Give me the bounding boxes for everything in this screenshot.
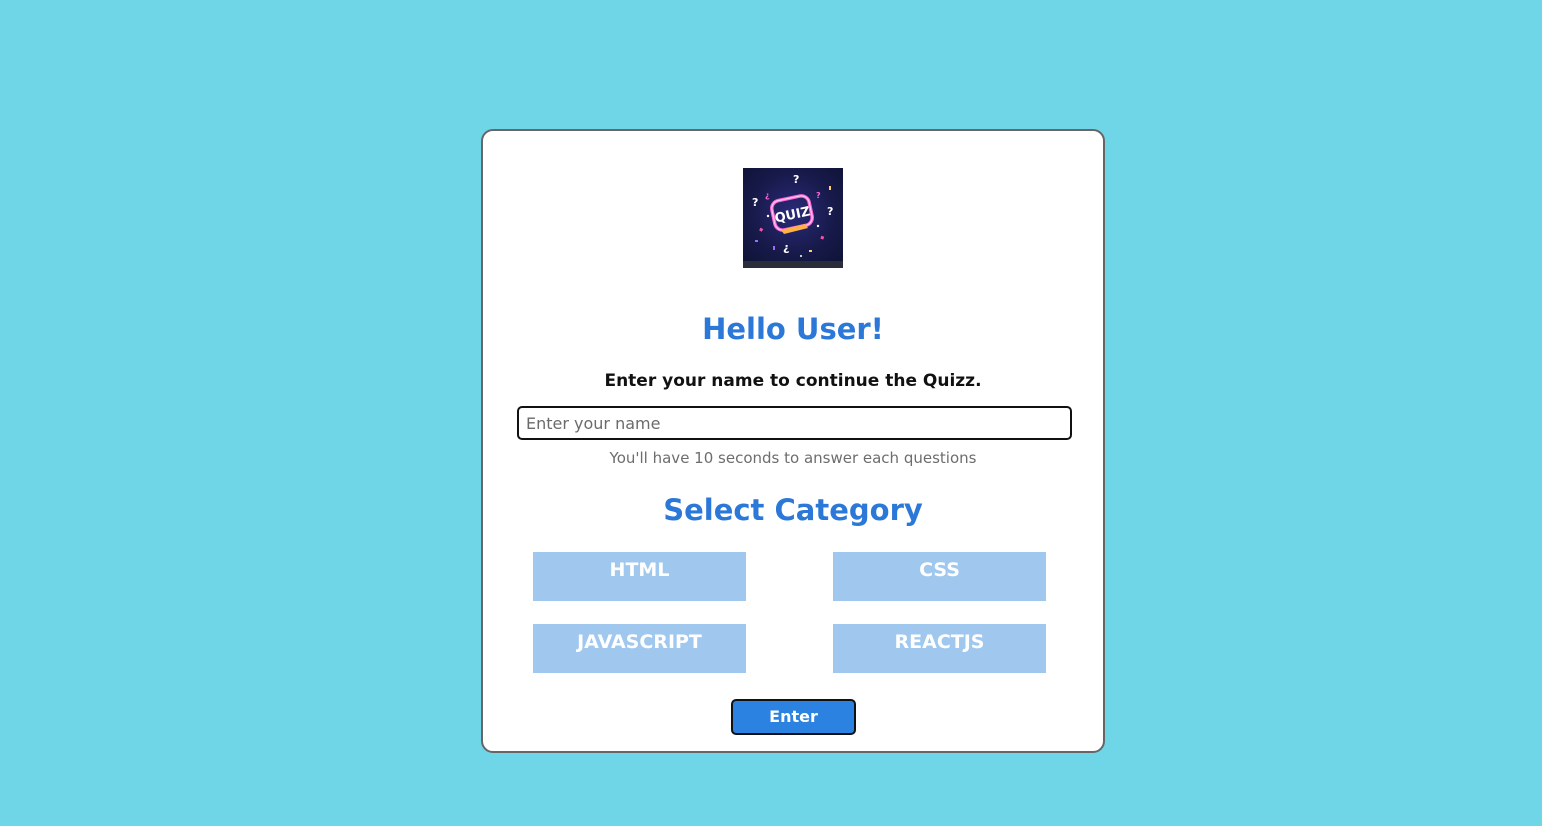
quiz-logo-icon: ? ? ? ¿ ¿ ? QUIZ (743, 173, 843, 268)
category-javascript-button[interactable]: JAVASCRIPT (533, 624, 746, 673)
category-html-button[interactable]: HTML (533, 552, 746, 601)
name-input[interactable] (517, 406, 1072, 440)
enter-button[interactable]: Enter (731, 699, 856, 735)
svg-text:?: ? (793, 173, 799, 186)
svg-text:¿: ¿ (765, 191, 770, 200)
svg-text:?: ? (827, 205, 833, 218)
timer-hint: You'll have 10 seconds to answer each qu… (609, 449, 977, 467)
greeting-heading: Hello User! (702, 312, 884, 346)
category-reactjs-button[interactable]: REACTJS (833, 624, 1046, 673)
category-css-button[interactable]: CSS (833, 552, 1046, 601)
category-heading: Select Category (663, 493, 923, 527)
quiz-card: ? ? ? ¿ ¿ ? QUIZ Hello User! Enter your … (481, 129, 1105, 753)
quiz-logo: ? ? ? ¿ ¿ ? QUIZ (743, 168, 843, 268)
svg-text:?: ? (816, 191, 821, 200)
logo-text: QUIZ (773, 204, 811, 226)
name-instruction: Enter your name to continue the Quizz. (604, 371, 982, 391)
svg-text:¿: ¿ (783, 241, 789, 254)
svg-text:?: ? (752, 196, 758, 209)
